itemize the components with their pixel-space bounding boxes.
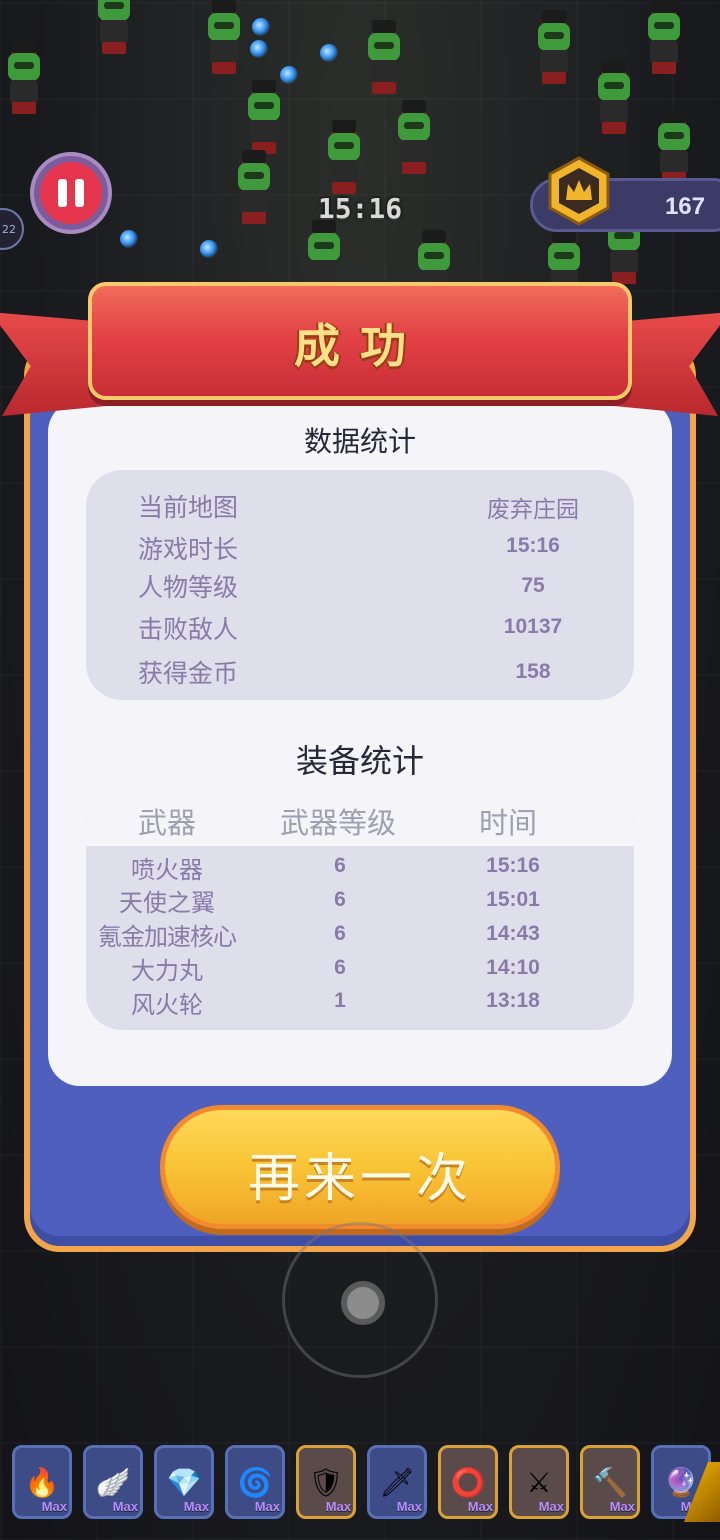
weapon-time: 14:10 — [486, 956, 540, 979]
col-header-weapon: 武器 — [137, 806, 196, 840]
weapon-time: 15:16 — [486, 854, 540, 877]
stat-value: 10137 — [503, 615, 563, 638]
spiked-shield-icon: 🛡 Max — [296, 1445, 356, 1519]
crystal-icon: 💎 Max — [154, 1445, 214, 1519]
game-timer: 15:16 — [317, 192, 403, 225]
weapon-name: 喷火器 — [131, 856, 203, 884]
weapon-level: 6 — [334, 854, 346, 877]
col-header-time: 时间 — [478, 806, 537, 840]
weapon-name: 风火轮 — [131, 991, 203, 1019]
weapon-name: 大力丸 — [131, 957, 203, 985]
max-badge: Max — [538, 1499, 564, 1514]
weapon-time: 13:18 — [486, 989, 540, 1012]
equip-section-title: 装备统计 — [295, 742, 424, 780]
coin-count: 167 — [664, 193, 705, 220]
virtual-joystick[interactable] — [282, 1222, 438, 1378]
stats-section-title: 数据统计 — [303, 425, 416, 458]
stat-value: 15:16 — [506, 534, 560, 557]
title-ribbon: 成功 — [88, 282, 632, 400]
weapon-name: 氪金加速核心 — [98, 923, 237, 951]
stat-value: 废弃庄园 — [487, 497, 579, 523]
stat-value: 75 — [521, 574, 545, 597]
col-header-level: 武器等级 — [279, 806, 396, 840]
torch-icon: 🔨 Max — [580, 1445, 640, 1519]
max-badge: Max — [609, 1499, 635, 1514]
stat-label: 人物等级 — [138, 573, 239, 602]
max-badge: Max — [396, 1499, 422, 1514]
dialog-title: 成功 — [294, 319, 426, 373]
red-ring-icon: ⭕ Max — [438, 1445, 498, 1519]
flamethrower-icon: 🔥 Max — [12, 1445, 72, 1519]
weapon-level: 6 — [334, 922, 346, 945]
max-badge: Max — [183, 1499, 209, 1514]
stat-label: 当前地图 — [138, 493, 239, 522]
stat-value: 158 — [515, 660, 551, 683]
crown-coin-icon — [544, 156, 614, 226]
weapon-time: 14:43 — [486, 922, 540, 945]
max-badge: Max — [325, 1499, 351, 1514]
stat-label: 游戏时长 — [138, 535, 239, 564]
sword-icon: ⚔ Max — [509, 1445, 569, 1519]
weapon-level: 1 — [334, 989, 346, 1012]
weapon-time: 15:01 — [486, 888, 540, 911]
stat-label: 获得金币 — [138, 659, 239, 688]
stat-label: 击败敌人 — [138, 615, 239, 644]
retry-button[interactable]: 再来一次 — [160, 1105, 560, 1229]
blue-orb-icon: 🌀 Max — [225, 1445, 285, 1519]
weapon-level: 6 — [334, 956, 346, 979]
max-badge: Max — [254, 1499, 280, 1514]
joystick-knob[interactable] — [341, 1281, 385, 1325]
angel-wings-icon: 🪽 Max — [83, 1445, 143, 1519]
max-badge: Max — [467, 1499, 493, 1514]
max-badge: Max — [112, 1499, 138, 1514]
pause-button[interactable] — [30, 152, 112, 234]
weapon-level: 6 — [334, 888, 346, 911]
max-badge: Max — [41, 1499, 67, 1514]
pause-icon — [40, 162, 102, 224]
spear-icon: 🗡 Max — [367, 1445, 427, 1519]
weapon-name: 天使之翼 — [119, 889, 215, 917]
retry-button-label: 再来一次 — [247, 1149, 472, 1209]
